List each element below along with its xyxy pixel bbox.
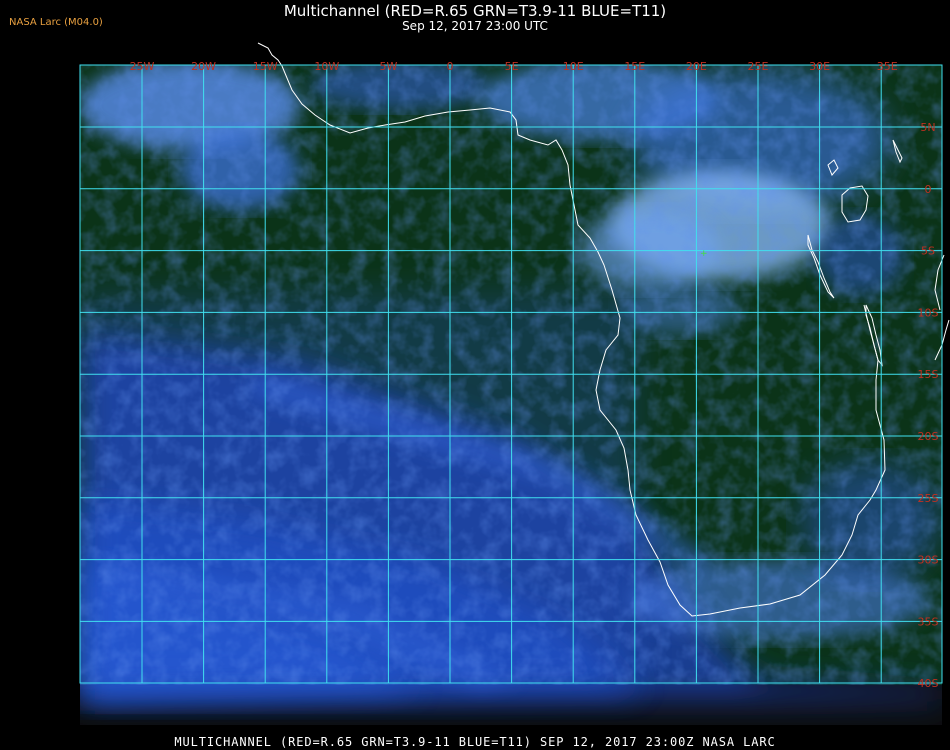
lon-label: 35E — [877, 60, 898, 73]
lat-label: 40S — [918, 677, 939, 690]
lat-label: 10S — [918, 306, 939, 319]
lon-label: 15W — [253, 60, 278, 73]
lon-label: 30E — [809, 60, 830, 73]
lon-label: 5W — [379, 60, 397, 73]
lon-label: 20W — [191, 60, 216, 73]
lat-label: 30S — [918, 554, 939, 567]
lat-label: 15S — [918, 368, 939, 381]
lon-label: 10E — [563, 60, 584, 73]
lon-label: 10W — [314, 60, 339, 73]
station-marker: + — [700, 249, 708, 259]
lon-label: 25W — [130, 60, 155, 73]
lon-label: 15E — [624, 60, 645, 73]
lat-label: 5N — [920, 121, 935, 134]
lat-label: 5S — [921, 245, 935, 258]
imagery-layer — [80, 65, 942, 700]
lat-label: 0 — [925, 183, 932, 196]
lon-label: 5E — [505, 60, 519, 73]
lon-label: 0 — [447, 60, 454, 73]
lat-label: 20S — [918, 430, 939, 443]
lon-label: 25E — [748, 60, 769, 73]
lat-label: 35S — [918, 615, 939, 628]
lon-label: 20E — [686, 60, 707, 73]
satellite-map: 25W 20W 15W 10W 5W 0 5E 10E 15E 20E 25E 30E 35E 5N 0 5… — [79, 42, 950, 725]
lat-label: 25S — [918, 492, 939, 505]
footer-caption: MULTICHANNEL (RED=R.65 GRN=T3.9-11 BLUE=… — [174, 735, 776, 749]
